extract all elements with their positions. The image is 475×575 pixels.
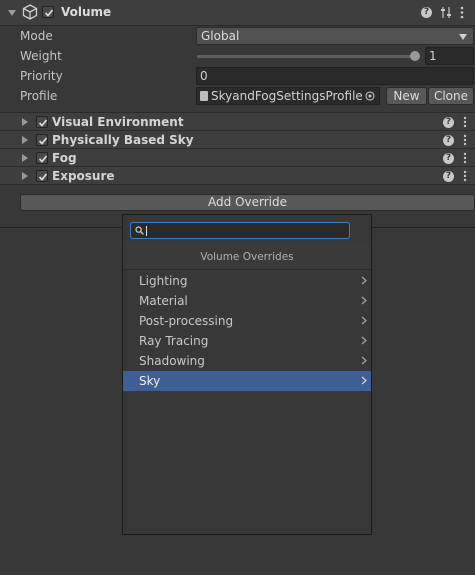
override-name: Exposure: [52, 169, 115, 183]
profile-object-field[interactable]: SkyandFogSettingsProfile: [196, 87, 380, 105]
kebab-menu-icon[interactable]: [463, 116, 467, 128]
menu-item-material[interactable]: Material: [123, 291, 371, 311]
override-row-fog[interactable]: Fog ?: [0, 149, 475, 167]
override-name: Visual Environment: [52, 115, 184, 129]
chevron-down-icon: [459, 34, 467, 40]
kebab-menu-icon[interactable]: [463, 170, 467, 182]
search-icon: [135, 226, 144, 235]
weight-label: Weight: [20, 49, 62, 63]
component-enabled-checkbox[interactable]: [42, 6, 54, 18]
menu-item-label: Shadowing: [139, 354, 205, 368]
mode-dropdown[interactable]: Global: [196, 27, 474, 45]
chevron-right-icon: [361, 356, 367, 365]
weight-slider-track[interactable]: [197, 55, 417, 58]
popup-title: Volume Overrides: [200, 251, 294, 263]
override-row-exposure[interactable]: Exposure ?: [0, 167, 475, 185]
cube-icon: [22, 4, 38, 20]
override-enabled-checkbox[interactable]: [36, 116, 48, 128]
foldout-arrow-icon[interactable]: [22, 136, 28, 144]
priority-field[interactable]: 0: [196, 67, 474, 85]
add-override-button[interactable]: Add Override: [20, 194, 475, 211]
volume-overrides-popup: Volume Overrides Lighting Material Post-…: [122, 214, 372, 535]
chevron-right-icon: [361, 336, 367, 345]
menu-item-label: Lighting: [139, 274, 188, 288]
profile-value: SkyandFogSettingsProfile: [211, 89, 363, 103]
foldout-arrow-icon[interactable]: [22, 154, 28, 162]
override-row-physically-based-sky[interactable]: Physically Based Sky ?: [0, 131, 475, 149]
menu-item-shadowing[interactable]: Shadowing: [123, 351, 371, 371]
override-row-visual-environment[interactable]: Visual Environment ?: [0, 113, 475, 131]
chevron-right-icon: [361, 376, 367, 385]
kebab-menu-icon[interactable]: [463, 152, 467, 164]
menu-item-ray-tracing[interactable]: Ray Tracing: [123, 331, 371, 351]
menu-item-post-processing[interactable]: Post-processing: [123, 311, 371, 331]
profile-label: Profile: [20, 89, 58, 103]
mode-label: Mode: [20, 29, 53, 43]
search-input[interactable]: [130, 222, 350, 239]
chevron-right-icon: [361, 276, 367, 285]
weight-slider-handle[interactable]: [410, 51, 420, 61]
override-name: Fog: [52, 151, 77, 165]
new-profile-button[interactable]: New: [386, 87, 427, 105]
clone-profile-button[interactable]: Clone: [428, 87, 474, 105]
menu-item-sky[interactable]: Sky: [123, 371, 371, 391]
menu-item-label: Post-processing: [139, 314, 234, 328]
component-header: Volume ?: [0, 0, 475, 26]
help-icon[interactable]: ?: [443, 117, 454, 128]
help-icon[interactable]: ?: [443, 171, 454, 182]
foldout-arrow-icon[interactable]: [22, 172, 28, 180]
override-enabled-checkbox[interactable]: [36, 152, 48, 164]
asset-file-icon: [200, 91, 208, 101]
chevron-right-icon: [361, 296, 367, 305]
foldout-arrow-icon[interactable]: [8, 10, 16, 16]
component-title: Volume: [61, 5, 112, 19]
kebab-menu-icon[interactable]: [460, 6, 464, 19]
menu-item-lighting[interactable]: Lighting: [123, 271, 371, 291]
weight-field[interactable]: 1: [425, 47, 474, 65]
menu-item-label: Ray Tracing: [139, 334, 209, 348]
help-icon[interactable]: ?: [421, 7, 432, 18]
override-enabled-checkbox[interactable]: [36, 134, 48, 146]
sliders-icon[interactable]: [440, 6, 452, 19]
mode-value: Global: [201, 29, 240, 43]
chevron-right-icon: [361, 316, 367, 325]
menu-item-label: Sky: [139, 374, 161, 388]
priority-label: Priority: [20, 69, 63, 83]
help-icon[interactable]: ?: [443, 153, 454, 164]
help-icon[interactable]: ?: [443, 135, 454, 146]
foldout-arrow-icon[interactable]: [22, 118, 28, 126]
target-icon[interactable]: [365, 91, 375, 101]
override-name: Physically Based Sky: [52, 133, 194, 147]
menu-item-label: Material: [139, 294, 188, 308]
override-enabled-checkbox[interactable]: [36, 170, 48, 182]
kebab-menu-icon[interactable]: [463, 134, 467, 146]
text-caret: [146, 226, 147, 236]
